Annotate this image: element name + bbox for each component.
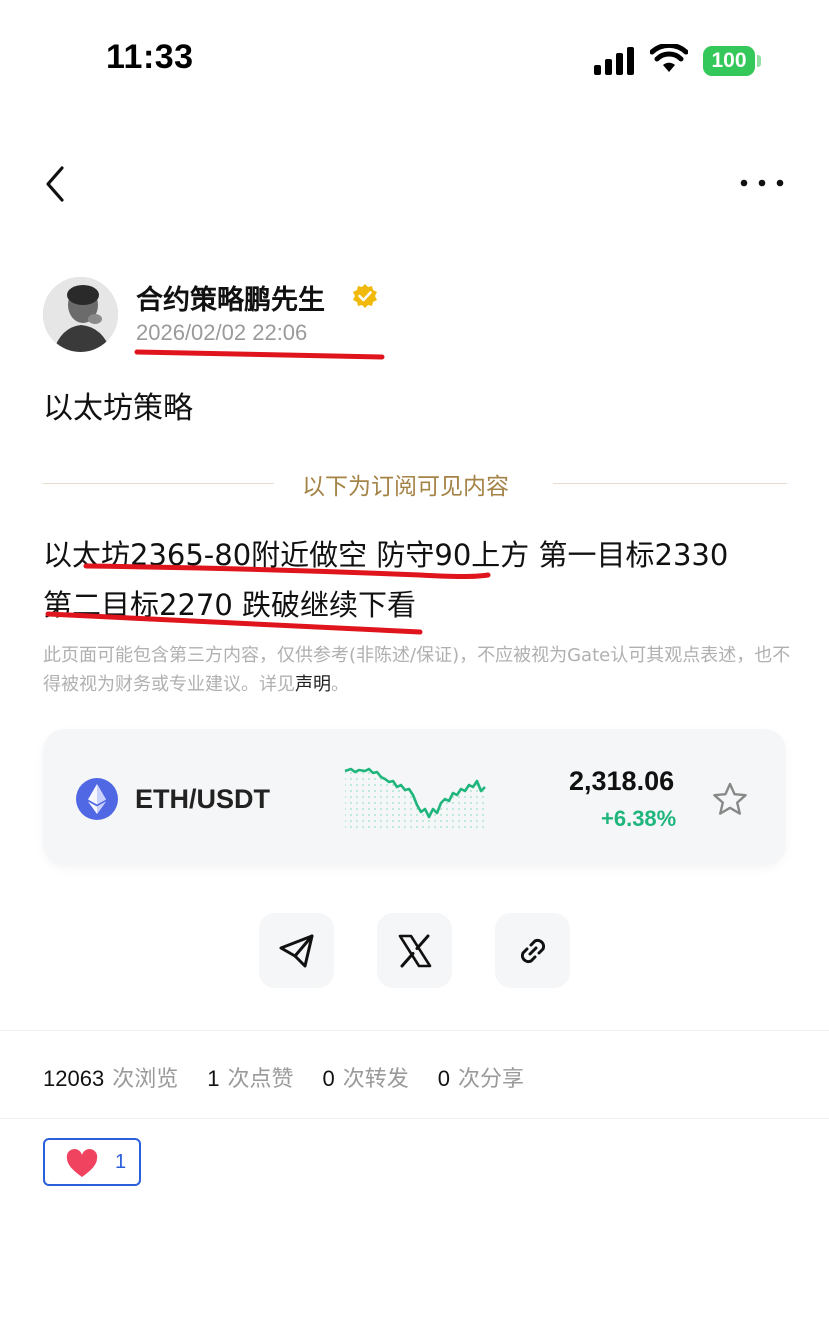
ticker-price: 2,318.06 bbox=[569, 766, 675, 796]
ticker-pair: ETH/USDT bbox=[135, 784, 270, 814]
post-date: 2026/02/02 22:06 bbox=[136, 320, 308, 345]
likes-label: 次点赞 bbox=[227, 1067, 294, 1092]
separator bbox=[0, 1118, 829, 1119]
separator bbox=[0, 1030, 829, 1031]
views-count: 12063 bbox=[43, 1066, 105, 1091]
post-body-line-1: 以太坊2365-80附近做空 防守90上方 第一目标2330 bbox=[43, 538, 729, 572]
status-bar: 11:33 100 bbox=[0, 0, 829, 120]
reposts-label: 次转发 bbox=[342, 1067, 409, 1092]
reposts-count: 0 bbox=[322, 1066, 335, 1091]
date-underline-annotation bbox=[134, 349, 385, 360]
subscriber-content-label: 以下为订阅可见内容 bbox=[302, 474, 509, 500]
heart-icon bbox=[66, 1149, 98, 1177]
share-telegram-button[interactable] bbox=[259, 913, 334, 988]
heart-reaction-button[interactable]: 1 bbox=[43, 1138, 141, 1186]
ticker-card[interactable]: ETH/USDT 2,318.06 +6.38% bbox=[43, 729, 786, 866]
wifi-icon bbox=[650, 44, 688, 72]
author-avatar[interactable] bbox=[43, 277, 118, 352]
price-sparkline bbox=[344, 767, 486, 829]
shares-label: 次分享 bbox=[457, 1067, 524, 1092]
disclaimer-text: 此页面可能包含第三方内容，仅供参考(非陈述/保证)，不应被视为Gate认可其观点… bbox=[43, 641, 791, 699]
more-options-icon[interactable] bbox=[736, 168, 788, 198]
post-title: 以太坊策略 bbox=[43, 391, 193, 426]
divider-right bbox=[553, 483, 787, 484]
back-chevron-icon[interactable] bbox=[38, 160, 78, 208]
disclaimer-link[interactable]: 声明 bbox=[295, 674, 331, 695]
disclaimer-end: 。 bbox=[331, 674, 349, 695]
link-icon bbox=[520, 938, 545, 963]
favorite-star-icon[interactable] bbox=[711, 781, 749, 819]
ticker-change: +6.38% bbox=[601, 806, 677, 831]
battery-tip bbox=[757, 55, 761, 67]
post-body-line-2: 第二目标2270 跌破继续下看 bbox=[43, 588, 417, 622]
likes-count: 1 bbox=[207, 1066, 220, 1091]
reaction-count: 1 bbox=[115, 1151, 127, 1173]
views-label: 次浏览 bbox=[112, 1067, 179, 1092]
x-icon bbox=[398, 934, 431, 967]
avatar-portrait bbox=[43, 277, 118, 352]
share-x-button[interactable] bbox=[377, 913, 452, 988]
disclaimer-body: 此页面可能包含第三方内容，仅供参考(非陈述/保证)，不应被视为Gate认可其观点… bbox=[43, 645, 791, 695]
verified-badge-icon bbox=[353, 284, 377, 308]
signal-icon bbox=[594, 47, 634, 75]
divider-left bbox=[43, 483, 274, 484]
battery-indicator: 100 bbox=[703, 46, 755, 76]
shares-count: 0 bbox=[437, 1066, 450, 1091]
status-time: 11:33 bbox=[106, 38, 194, 76]
copy-link-button[interactable] bbox=[495, 913, 570, 988]
ethereum-icon bbox=[76, 778, 118, 820]
telegram-icon bbox=[279, 934, 313, 967]
author-name[interactable]: 合约策略鹏先生 bbox=[136, 278, 325, 317]
post-stats: 12063 次浏览 1 次点赞 0 次转发 0 次分享 bbox=[43, 1061, 546, 1093]
